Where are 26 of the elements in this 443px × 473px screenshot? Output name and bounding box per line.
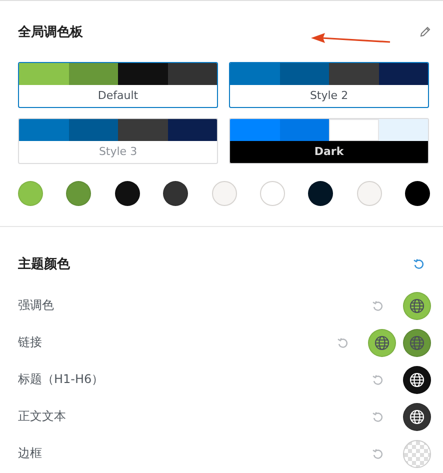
reset-icon[interactable] [413,258,425,270]
transparent-color-button[interactable] [403,440,431,468]
setting-label: 正文文本 [18,408,67,425]
globe-icon [409,298,425,314]
globe-icon [409,334,425,350]
color-button[interactable] [403,366,431,394]
color-button[interactable] [403,402,431,430]
globe-icon [409,408,425,424]
color-button[interactable] [368,328,396,356]
setting-label: 强调色 [18,297,55,314]
palette-card[interactable]: Dark [229,118,429,164]
setting-label: 标题（H1-H6） [18,371,105,388]
color-swatch[interactable] [260,181,285,206]
section-title: 主题颜色 [18,256,70,273]
pencil-icon[interactable] [419,26,431,38]
color-swatch[interactable] [356,181,382,206]
color-button[interactable] [403,328,431,356]
setting-label: 链接 [18,334,43,351]
setting-label: 边框 [18,445,43,462]
palette-card[interactable]: Style 2 [229,62,429,108]
color-button[interactable] [403,292,431,320]
section-title: 全局调色板 [18,24,83,41]
globe-icon [409,372,425,388]
palette-card[interactable]: Default [18,62,218,108]
globe-icon [374,334,390,350]
color-swatch[interactable] [212,181,236,206]
